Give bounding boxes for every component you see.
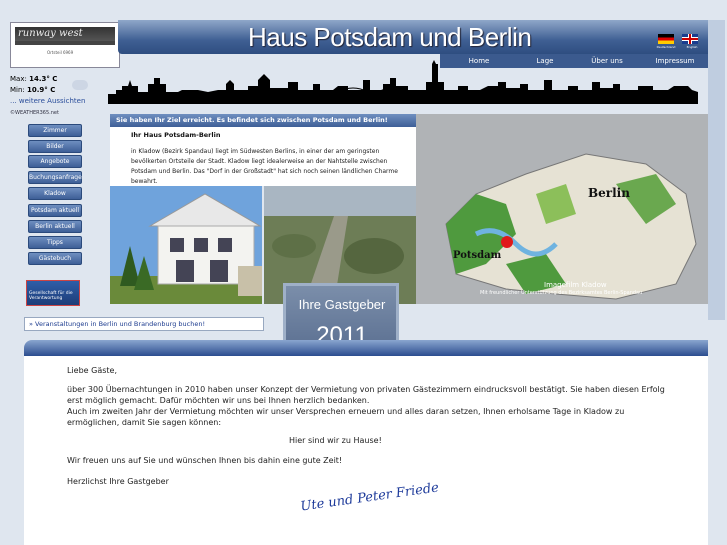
letter-greeting: Liebe Gäste, <box>67 366 118 375</box>
sidebar-item-berlin-aktuell[interactable]: Berlin aktuell <box>28 220 82 233</box>
map-credit: Mit freundlicher Unterstützung des Bezir… <box>480 290 643 296</box>
intro-heading: Sie haben Ihr Ziel erreicht. Es befindet… <box>110 114 416 127</box>
sidebar-item-zimmer[interactable]: Zimmer <box>28 124 82 137</box>
sidebar-item-tipps[interactable]: Tipps <box>28 236 82 249</box>
map-label-potsdam: Potsdam <box>453 250 502 261</box>
sidebar-item-kladow[interactable]: Kladow <box>28 187 82 200</box>
letter-paragraph-1: über 300 Übernachtungen in 2010 haben un… <box>67 385 665 405</box>
weather-more-link[interactable]: ... weitere Aussichten <box>10 96 100 107</box>
location-marker-icon <box>501 236 513 248</box>
berlin-skyline-image <box>108 60 698 104</box>
gastgeber-title: Ihre Gastgeber <box>298 297 386 312</box>
events-booking-link[interactable]: » Veranstaltungen in Berlin und Brandenb… <box>24 317 264 331</box>
flag-de-caption: Deutschland <box>656 45 676 49</box>
language-switcher: Deutschland English <box>654 32 704 52</box>
house-photo[interactable] <box>110 186 262 304</box>
sidebar-item-bilder[interactable]: Bilder <box>28 140 82 153</box>
sidebar-item-buchungsanfrage[interactable]: Buchungsanfrage <box>28 171 82 184</box>
weather-widget: Max: 14.3° C Min: 10.9° C ... weitere Au… <box>10 74 100 107</box>
weather-max-label: Max: <box>10 75 27 83</box>
berlin-map[interactable] <box>416 114 708 304</box>
sidebar-item-gaestebuch[interactable]: Gästebuch <box>28 252 82 265</box>
letter-paragraph-3: Wir freuen uns auf Sie und wünschen Ihne… <box>67 456 343 465</box>
flag-uk-icon[interactable] <box>682 34 698 44</box>
weather-cloud-icon <box>72 80 88 90</box>
weather-min-value: 10.9° C <box>27 86 56 94</box>
partner-badge[interactable]: Gesellschaft für die Verantwortung <box>26 280 80 306</box>
weather-min-label: Min: <box>10 86 25 94</box>
map-caption: Imagefilm Kladow <box>544 281 607 289</box>
weather-max-value: 14.3° C <box>29 75 58 83</box>
map-label-berlin: Berlin <box>588 186 630 200</box>
logo-text: runway west <box>15 27 115 41</box>
intro-subheading: Ihr Haus Potsdam-Berlin <box>131 131 221 139</box>
sidebar-item-angebote[interactable]: Angebote <box>28 155 82 168</box>
letter-closing: Herzlichst Ihre Gastgeber <box>67 477 169 486</box>
intro-text: in Kladow (Bezirk Spandau) liegt im Südw… <box>131 148 398 185</box>
content-header-band <box>24 340 708 356</box>
site-logo[interactable]: runway west Ortsteil 6969 <box>10 22 120 68</box>
flag-en-caption: English <box>686 45 698 49</box>
letter-quote: Hier sind wir zu Hause! <box>289 436 382 445</box>
sidebar-item-potsdam-aktuell[interactable]: Potsdam aktuell <box>28 204 82 217</box>
letter-paragraph-2: Auch im zweiten Jahr der Vermietung möch… <box>67 407 625 427</box>
flag-de-icon[interactable] <box>658 34 674 44</box>
logo-subtext: Ortsteil 6969 <box>47 50 74 55</box>
weather-credit[interactable]: ©WEATHER365.net <box>10 110 59 116</box>
logo-bar <box>15 41 115 45</box>
right-margin-panel <box>708 20 725 320</box>
page-title: Haus Potsdam und Berlin <box>248 22 532 52</box>
